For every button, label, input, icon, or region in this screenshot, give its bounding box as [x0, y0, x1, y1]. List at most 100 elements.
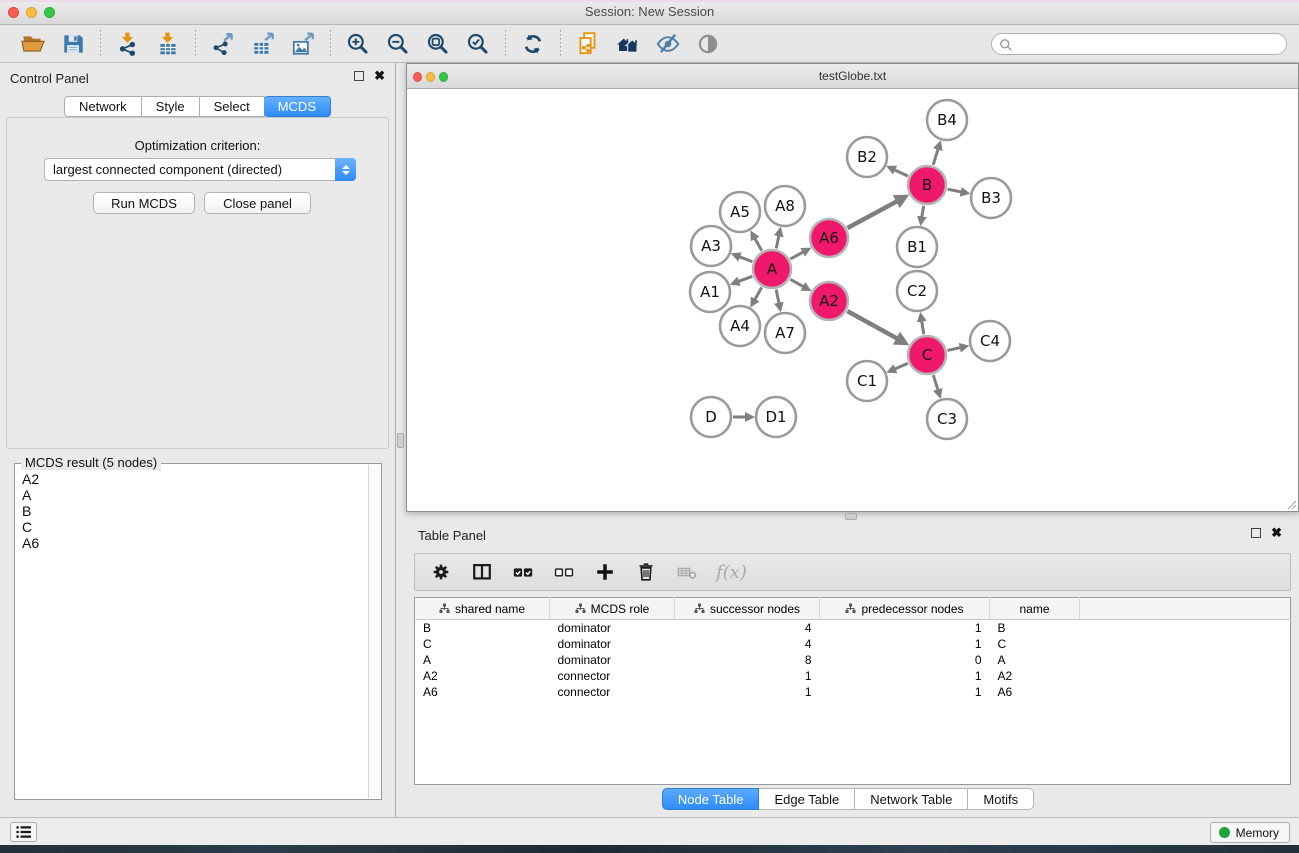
table-cell[interactable]: dominator [550, 652, 675, 668]
export-table-button[interactable] [246, 29, 280, 59]
optimization-criterion-select[interactable]: largest connected component (directed) [44, 158, 356, 181]
zoom-selected-button[interactable] [461, 29, 495, 59]
graph-node-B3[interactable]: B3 [971, 178, 1011, 218]
column-view-button[interactable] [470, 560, 494, 584]
mcds-result-item[interactable]: A6 [22, 535, 367, 551]
graph-edge-B-B2[interactable] [893, 169, 908, 176]
float-panel-icon[interactable] [354, 71, 364, 81]
table-cell[interactable]: C [990, 636, 1080, 652]
graph-node-A4[interactable]: A4 [720, 306, 760, 346]
graph-node-B1[interactable]: B1 [897, 227, 937, 267]
column-header-shared-name[interactable]: shared name [415, 598, 550, 620]
tab-edge-table[interactable]: Edge Table [759, 788, 855, 810]
export-network-button[interactable] [206, 29, 240, 59]
graph-edge-C-C3[interactable] [933, 375, 938, 391]
mcds-result-item[interactable]: A2 [22, 471, 367, 487]
graph-node-C1[interactable]: C1 [847, 361, 887, 401]
close-table-panel-icon[interactable]: ✖ [1271, 528, 1282, 538]
unselect-all-columns-button[interactable] [552, 560, 576, 584]
function-builder-button[interactable]: f(x) [716, 562, 747, 583]
open-session-button[interactable] [16, 29, 50, 59]
tab-style[interactable]: Style [142, 96, 200, 117]
table-cell[interactable]: A2 [415, 668, 550, 684]
tab-select[interactable]: Select [200, 96, 265, 117]
table-cell[interactable]: B [415, 620, 550, 636]
table-cell[interactable]: 1 [820, 620, 990, 636]
network-canvas[interactable]: B4B2BB3A5A8A6B1A3AA1C2A2A4A7C4CC1C3DD1 [407, 89, 1298, 511]
graph-node-C3[interactable]: C3 [927, 399, 967, 439]
mcds-result-item[interactable]: A [22, 487, 367, 503]
graph-edge-B-B1[interactable] [922, 206, 924, 219]
graph-edge-A2-C[interactable] [847, 311, 899, 339]
graph-edge-C-C4[interactable] [947, 347, 961, 350]
graph-node-B[interactable]: B [908, 166, 946, 204]
table-cell[interactable]: 1 [675, 684, 820, 700]
tab-network[interactable]: Network [64, 96, 142, 117]
graph-edge-A-A1[interactable] [737, 276, 752, 282]
graph-edge-A6-B[interactable] [847, 200, 898, 228]
graph-edge-A-A6[interactable] [790, 251, 804, 259]
delete-column-button[interactable] [634, 560, 658, 584]
table-cell[interactable]: 1 [820, 636, 990, 652]
graph-node-A6[interactable]: A6 [810, 219, 848, 257]
zoom-fit-button[interactable] [421, 29, 455, 59]
refresh-view-button[interactable] [516, 29, 550, 59]
zoom-in-button[interactable] [341, 29, 375, 59]
table-cell[interactable]: C [415, 636, 550, 652]
tab-mcds[interactable]: MCDS [264, 96, 331, 117]
tab-motifs[interactable]: Motifs [968, 788, 1034, 810]
run-mcds-button[interactable]: Run MCDS [93, 192, 195, 214]
table-cell[interactable]: connector [550, 668, 675, 684]
graph-edge-B-B3[interactable] [948, 189, 963, 192]
graph-node-A3[interactable]: A3 [691, 226, 731, 266]
tab-network-table[interactable]: Network Table [855, 788, 968, 810]
graph-node-A5[interactable]: A5 [720, 192, 760, 232]
table-cell[interactable]: B [990, 620, 1080, 636]
hide-graphics-details-button[interactable] [651, 29, 685, 59]
table-settings-button[interactable] [429, 560, 453, 584]
table-cell[interactable]: A6 [990, 684, 1080, 700]
graph-edge-A-A8[interactable] [776, 234, 779, 248]
graph-node-A[interactable]: A [753, 250, 791, 288]
show-graphics-details-button[interactable] [691, 29, 725, 59]
column-header-name[interactable]: name [990, 598, 1080, 620]
graph-edge-A-A3[interactable] [738, 256, 752, 261]
graph-edge-A-A2[interactable] [790, 279, 804, 287]
select-all-columns-button[interactable] [511, 560, 535, 584]
table-cell[interactable]: 8 [675, 652, 820, 668]
status-menu-button[interactable] [10, 822, 37, 842]
column-header-MCDS-role[interactable]: MCDS role [550, 598, 675, 620]
vertical-splitter-grip[interactable] [397, 433, 404, 448]
table-cell[interactable]: 1 [820, 684, 990, 700]
column-header-predecessor-nodes[interactable]: predecessor nodes [820, 598, 990, 620]
table-cell[interactable]: 0 [820, 652, 990, 668]
save-session-button[interactable] [56, 29, 90, 59]
graph-edge-C-C1[interactable] [894, 363, 908, 369]
network-window-titlebar[interactable]: testGlobe.txt [407, 64, 1298, 89]
table-row[interactable]: Bdominator41B [415, 620, 1291, 636]
mcds-result-item[interactable]: C [22, 519, 367, 535]
zoom-out-button[interactable] [381, 29, 415, 59]
mcds-list-scrollbar[interactable] [368, 465, 380, 798]
table-cell[interactable]: A6 [415, 684, 550, 700]
resize-grip-icon[interactable] [1287, 500, 1297, 510]
graph-node-B2[interactable]: B2 [847, 137, 887, 177]
graph-node-B4[interactable]: B4 [927, 100, 967, 140]
float-table-panel-icon[interactable] [1251, 528, 1261, 538]
graph-edge-A-A4[interactable] [754, 287, 762, 300]
graph-node-D[interactable]: D [691, 397, 731, 437]
horizontal-splitter-grip[interactable] [845, 513, 857, 520]
table-cell[interactable]: A [990, 652, 1080, 668]
graph-edge-B-B4[interactable] [933, 148, 938, 165]
table-cell[interactable]: A2 [990, 668, 1080, 684]
mcds-result-item[interactable]: B [22, 503, 367, 519]
graph-node-A2[interactable]: A2 [810, 282, 848, 320]
search-input[interactable] [991, 33, 1287, 55]
graph-node-A8[interactable]: A8 [765, 186, 805, 226]
import-network-button[interactable] [111, 29, 145, 59]
table-row[interactable]: Cdominator41C [415, 636, 1291, 652]
table-cell[interactable]: A [415, 652, 550, 668]
graph-edge-C-C2[interactable] [921, 320, 923, 335]
graph-node-D1[interactable]: D1 [756, 397, 796, 437]
first-neighbors-button[interactable] [571, 29, 605, 59]
